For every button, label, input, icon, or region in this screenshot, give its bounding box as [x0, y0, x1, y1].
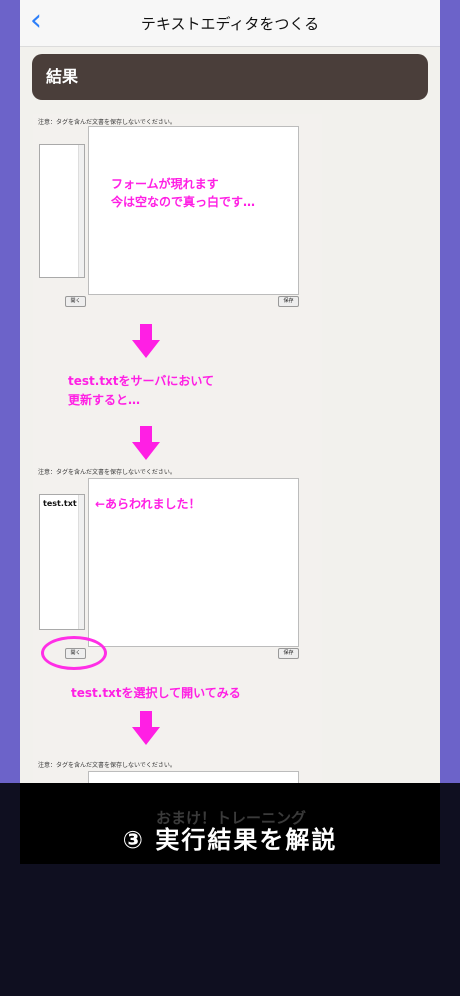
caption-text: ③ 実行結果を解説 [122, 826, 338, 854]
annotation-text: 更新すると… [68, 393, 141, 407]
annotation-text: test.txtを選択して開いてみる [71, 686, 241, 700]
annotation-text: フォームが現れます [111, 177, 219, 191]
notice-text: 注意：タグを含んだ文書を保存しないでください。 [38, 469, 176, 476]
down-arrow-icon [132, 426, 160, 460]
caption-bar: おまけ！トレーニング ③ 実行結果を解説 [20, 783, 440, 864]
listbox-scrollbar [78, 145, 84, 277]
file-listbox [39, 144, 85, 278]
open-button: 開く [65, 296, 86, 307]
annotation-text: ←あらわれました！ [95, 497, 201, 511]
save-button: 保存 [278, 648, 299, 659]
highlight-circle [41, 636, 107, 670]
down-arrow-icon [132, 324, 160, 358]
editor-textarea [88, 771, 299, 783]
down-arrow-icon [132, 711, 160, 745]
result-screenshot: 注意：タグを含んだ文書を保存しないでください。 開く 保存 フォームが現れます … [33, 114, 322, 783]
navigation-bar: ‹ テキストエディタをつくる [20, 0, 440, 47]
app-screen: ‹ テキストエディタをつくる 結果 注意：タグを含んだ文書を保存しないでください… [20, 0, 440, 783]
notice-text: 注意：タグを含んだ文書を保存しないでください。 [38, 119, 176, 126]
save-button: 保存 [278, 296, 299, 307]
page-title: テキストエディタをつくる [140, 15, 320, 33]
section-header: 結果 [32, 54, 428, 100]
listbox-scrollbar [78, 495, 84, 629]
video-caption-area: おまけ！トレーニング ③ 実行結果を解説 [0, 783, 460, 996]
list-item: test.txt [43, 499, 77, 508]
annotation-text: test.txtをサーバにおいて [68, 374, 215, 388]
notice-text: 注意：タグを含んだ文書を保存しないでください。 [38, 762, 176, 769]
file-listbox: test.txt [39, 494, 85, 630]
annotation-text: 今は空なので真っ白です… [111, 195, 256, 209]
